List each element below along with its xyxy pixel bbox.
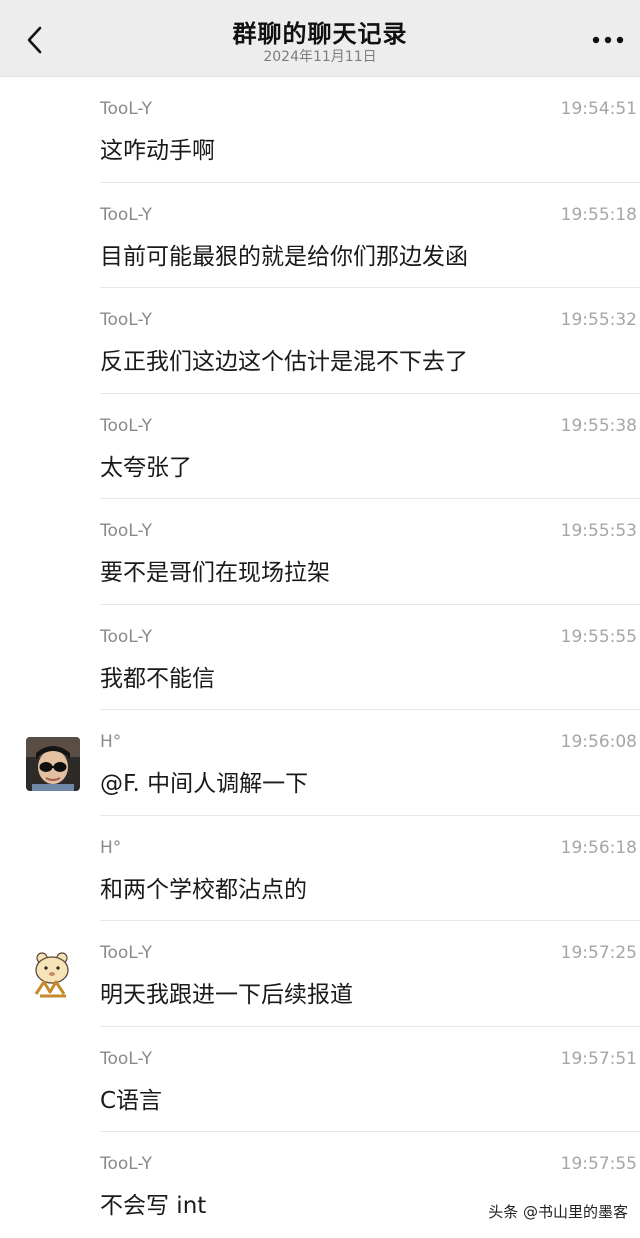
- page-title: 群聊的聊天记录: [232, 20, 408, 48]
- message-sender: TooL-Y: [100, 99, 152, 119]
- message-text: 我都不能信: [100, 665, 215, 692]
- message-item[interactable]: TooL-Y 19:54:51 这咋动手啊: [0, 77, 640, 183]
- message-sender: TooL-Y: [100, 310, 152, 330]
- message-time: 19:57:51: [560, 1048, 637, 1069]
- message-item[interactable]: TooL-Y 19:55:55 我都不能信: [0, 605, 640, 710]
- message-sender: TooL-Y: [100, 415, 152, 436]
- message-sender: TooL-Y: [100, 626, 152, 647]
- message-text: 反正我们这边这个估计是混不下去了: [100, 349, 468, 375]
- top-bar: 群聊的聊天记录 2024年11月11日: [0, 0, 640, 77]
- avatar[interactable]: [26, 737, 80, 791]
- chat-record-list[interactable]: TooL-Y 19:54:51 这咋动手啊 TooL-Y 19:55:18 目前…: [0, 77, 640, 1238]
- avatar[interactable]: [26, 948, 80, 1002]
- ellipsis-icon: [592, 36, 624, 44]
- message-sender: TooL-Y: [100, 1154, 152, 1174]
- page-subtitle-date: 2024年11月11日: [263, 49, 377, 65]
- message-text: 目前可能最狠的就是给你们那边发函: [100, 243, 468, 270]
- message-item[interactable]: TooL-Y 19:55:38 太夸张了: [0, 394, 640, 499]
- message-time: 19:54:51: [560, 99, 637, 119]
- more-button[interactable]: [588, 26, 628, 54]
- source-watermark: 头条 @书山里的墨客: [488, 1201, 628, 1222]
- message-text: @F. 中间人调解一下: [100, 771, 309, 797]
- message-item[interactable]: TooL-Y 19:55:18 目前可能最狠的就是给你们那边发函: [0, 183, 640, 288]
- avatar-photo-icon: [26, 737, 80, 791]
- cartoon-bear-avatar-icon: [26, 948, 80, 1002]
- message-item[interactable]: TooL-Y 19:57:51 C语言: [0, 1027, 640, 1132]
- message-text: 明天我跟进一下后续报道: [100, 982, 353, 1008]
- message-text: 要不是哥们在现场拉架: [100, 560, 330, 586]
- message-time: 19:55:32: [560, 310, 637, 330]
- message-text: C语言: [100, 1087, 163, 1114]
- message-text: 这咋动手啊: [100, 138, 215, 164]
- message-text: 太夸张了: [100, 454, 192, 481]
- message-time: 19:55:38: [560, 415, 637, 436]
- message-sender: TooL-Y: [100, 204, 152, 225]
- message-time: 19:56:18: [560, 837, 637, 858]
- message-sender: H°: [100, 732, 122, 752]
- message-time: 19:55:18: [560, 204, 637, 225]
- message-item[interactable]: H° 19:56:08 @F. 中间人调解一下: [0, 710, 640, 816]
- message-time: 19:55:53: [560, 521, 637, 541]
- message-sender: TooL-Y: [100, 521, 152, 541]
- message-text: 不会写 int: [100, 1193, 207, 1219]
- message-item[interactable]: H° 19:56:18 和两个学校都沾点的: [0, 816, 640, 921]
- message-time: 19:56:08: [560, 732, 637, 752]
- message-time: 19:57:55: [560, 1154, 637, 1174]
- message-text: 和两个学校都沾点的: [100, 876, 307, 903]
- message-time: 19:57:25: [560, 943, 637, 963]
- message-sender: H°: [100, 837, 122, 858]
- message-sender: TooL-Y: [100, 1048, 152, 1069]
- message-time: 19:55:55: [560, 626, 637, 647]
- message-item[interactable]: TooL-Y 19:57:25 明天我跟进一下后续报道: [0, 921, 640, 1027]
- message-item[interactable]: TooL-Y 19:55:32 反正我们这边这个估计是混不下去了: [0, 288, 640, 394]
- message-sender: TooL-Y: [100, 943, 152, 963]
- message-item[interactable]: TooL-Y 19:55:53 要不是哥们在现场拉架: [0, 499, 640, 605]
